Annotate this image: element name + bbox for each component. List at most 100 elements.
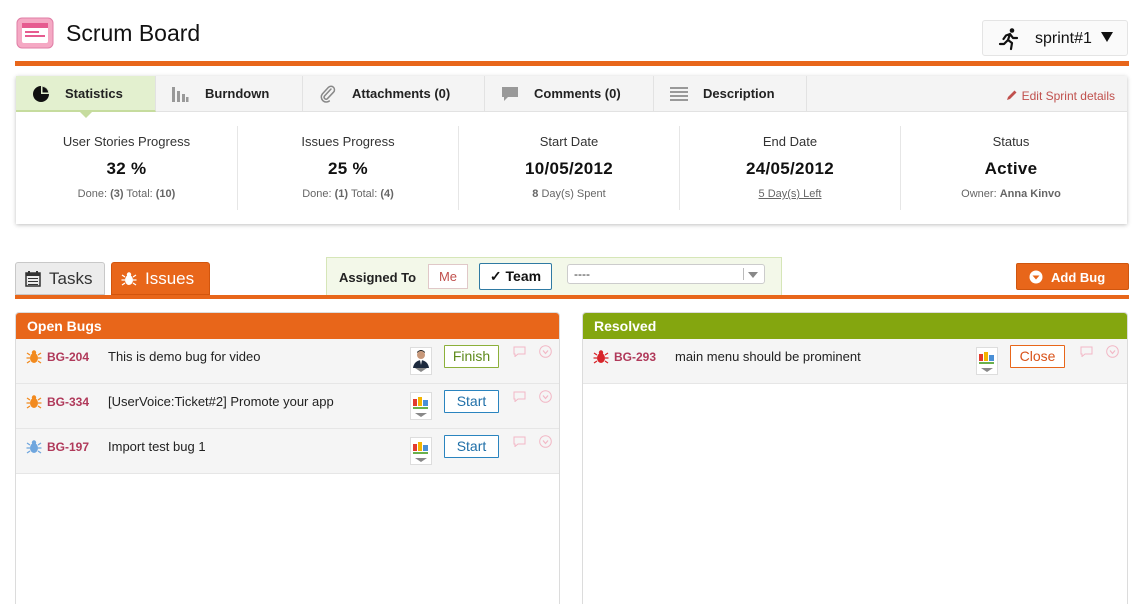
paperclip-icon — [320, 85, 336, 103]
caret-down-icon[interactable] — [1101, 32, 1113, 42]
sprint-selector[interactable]: sprint#1 — [982, 20, 1128, 56]
chevron-down-icon — [415, 368, 427, 372]
toolbar-divider — [15, 295, 1129, 299]
tab-attachments[interactable]: Attachments (0) — [303, 76, 485, 112]
stat-value: 25 % — [328, 159, 368, 178]
chevron-down-icon — [981, 368, 993, 372]
tab-tasks[interactable]: Tasks — [15, 262, 105, 295]
assign-team-button[interactable]: ✓ Team — [479, 263, 552, 290]
bug-id-link[interactable]: BG-334 — [47, 395, 89, 409]
comment-icon[interactable] — [513, 436, 526, 447]
circle-chevron-down-icon — [1029, 270, 1043, 284]
assignee-avatar[interactable] — [976, 347, 998, 375]
resolved-column: Resolved BG-293 main menu should be prom… — [582, 312, 1128, 604]
finish-button[interactable]: Finish — [444, 345, 499, 368]
tab-comments-label: Comments (0) — [534, 86, 621, 101]
comment-icon[interactable] — [1080, 346, 1093, 357]
bug-id-link[interactable]: BG-197 — [47, 440, 89, 454]
tab-tasks-label: Tasks — [49, 269, 93, 288]
colorful-logo-icon — [413, 442, 428, 454]
chevron-down-icon — [748, 272, 758, 278]
header-divider — [15, 61, 1129, 66]
stat-sub: 8 Day(s) Spent — [532, 188, 606, 200]
start-button[interactable]: Start — [444, 390, 499, 413]
tab-statistics[interactable]: Statistics — [16, 76, 156, 118]
bug-icon — [593, 350, 609, 364]
tab-statistics-label: Statistics — [65, 86, 123, 101]
assigned-to-filter: Assigned To Me ✓ Team ---- — [326, 257, 782, 295]
stat-title: End Date — [762, 134, 818, 149]
bug-title[interactable]: [UserVoice:Ticket#2] Promote your app — [108, 394, 334, 409]
row-menu-icon[interactable] — [1106, 345, 1119, 358]
comment-icon[interactable] — [513, 346, 526, 357]
assign-me-button[interactable]: Me — [428, 264, 468, 289]
tab-burndown[interactable]: Burndown — [156, 76, 303, 112]
assignee-select-value: ---- — [574, 267, 590, 281]
stat-value: 10/05/2012 — [524, 159, 614, 178]
bug-row[interactable]: BG-204 This is demo bug for video Finish — [16, 339, 559, 384]
bug-row[interactable]: BG-197 Import test bug 1 Start — [16, 429, 559, 474]
tab-description[interactable]: Description — [654, 76, 807, 112]
bug-row[interactable]: BG-334 [UserVoice:Ticket#2] Promote your… — [16, 384, 559, 429]
stat-title: Start Date — [539, 134, 599, 149]
edit-sprint-details-link[interactable]: Edit Sprint details — [1006, 89, 1115, 103]
close-button[interactable]: Close — [1010, 345, 1065, 368]
tab-burndown-label: Burndown — [205, 86, 270, 101]
user-photo-icon — [413, 350, 429, 368]
stat-title: Issues Progress — [301, 134, 395, 149]
tab-comments[interactable]: Comments (0) — [485, 76, 654, 112]
assignee-select[interactable]: ---- — [567, 264, 765, 284]
select-divider — [743, 268, 744, 280]
comment-icon[interactable] — [513, 391, 526, 402]
chevron-down-icon — [415, 413, 427, 417]
assignee-avatar[interactable] — [410, 347, 432, 375]
bug-icon — [121, 272, 137, 286]
stat-value: Active — [984, 159, 1038, 178]
bug-title[interactable]: Import test bug 1 — [108, 439, 206, 454]
assign-team-label: Team — [505, 268, 542, 284]
stat-start-date: Start Date 10/05/2012 8 Day(s) Spent — [458, 126, 679, 210]
stat-issues: Issues Progress 25 % Done: (1) Total: (4… — [237, 126, 458, 210]
stat-value: 32 % — [106, 159, 147, 178]
tab-description-label: Description — [703, 86, 775, 101]
edit-sprint-details-label: Edit Sprint details — [1021, 89, 1115, 103]
row-menu-icon[interactable] — [539, 345, 552, 358]
colorful-logo-icon — [413, 397, 428, 409]
stats-tabs: Statistics Burndown Attachments (0) Comm… — [16, 76, 1127, 118]
add-bug-label: Add Bug — [1051, 270, 1106, 285]
start-button[interactable]: Start — [444, 435, 499, 458]
chevron-down-icon — [415, 458, 427, 462]
bug-id-link[interactable]: BG-204 — [47, 350, 89, 364]
speech-bubble-icon — [502, 87, 518, 101]
stat-title: Status — [992, 134, 1030, 149]
sprint-label: sprint#1 — [1035, 30, 1092, 47]
pie-chart-icon — [33, 86, 49, 102]
colorful-logo-icon — [979, 352, 994, 364]
column-title: Open Bugs — [16, 313, 559, 339]
runner-icon — [998, 28, 1019, 51]
tab-attachments-label: Attachments (0) — [352, 86, 451, 101]
bug-icon — [26, 350, 42, 364]
days-left-link[interactable]: 5 Day(s) Left — [759, 188, 822, 200]
bug-row[interactable]: BG-293 main menu should be prominent Clo… — [583, 339, 1127, 384]
stat-sub: Done: (3) Total: (10) — [77, 188, 176, 200]
stat-sub: 5 Day(s) Left — [680, 188, 900, 200]
checkmark-icon: ✓ — [489, 268, 502, 284]
sprint-stats-panel: Statistics Burndown Attachments (0) Comm… — [16, 76, 1127, 224]
page-title: Scrum Board — [66, 20, 201, 46]
tab-issues[interactable]: Issues — [111, 262, 210, 295]
active-tab-pointer — [80, 112, 92, 118]
app-header: Scrum Board sprint#1 — [0, 0, 1137, 66]
calendar-icon — [25, 271, 41, 287]
add-bug-button[interactable]: Add Bug — [1016, 263, 1129, 290]
bug-title[interactable]: main menu should be prominent — [675, 349, 861, 364]
assignee-avatar[interactable] — [410, 392, 432, 420]
row-menu-icon[interactable] — [539, 390, 552, 403]
row-menu-icon[interactable] — [539, 435, 552, 448]
pencil-icon — [1006, 90, 1017, 100]
bug-id-link[interactable]: BG-293 — [614, 350, 656, 364]
stat-value: 24/05/2012 — [745, 159, 835, 178]
bug-title[interactable]: This is demo bug for video — [108, 349, 260, 364]
assignee-avatar[interactable] — [410, 437, 432, 465]
stat-status: Status Active Owner: Anna Kinvo — [900, 126, 1121, 210]
